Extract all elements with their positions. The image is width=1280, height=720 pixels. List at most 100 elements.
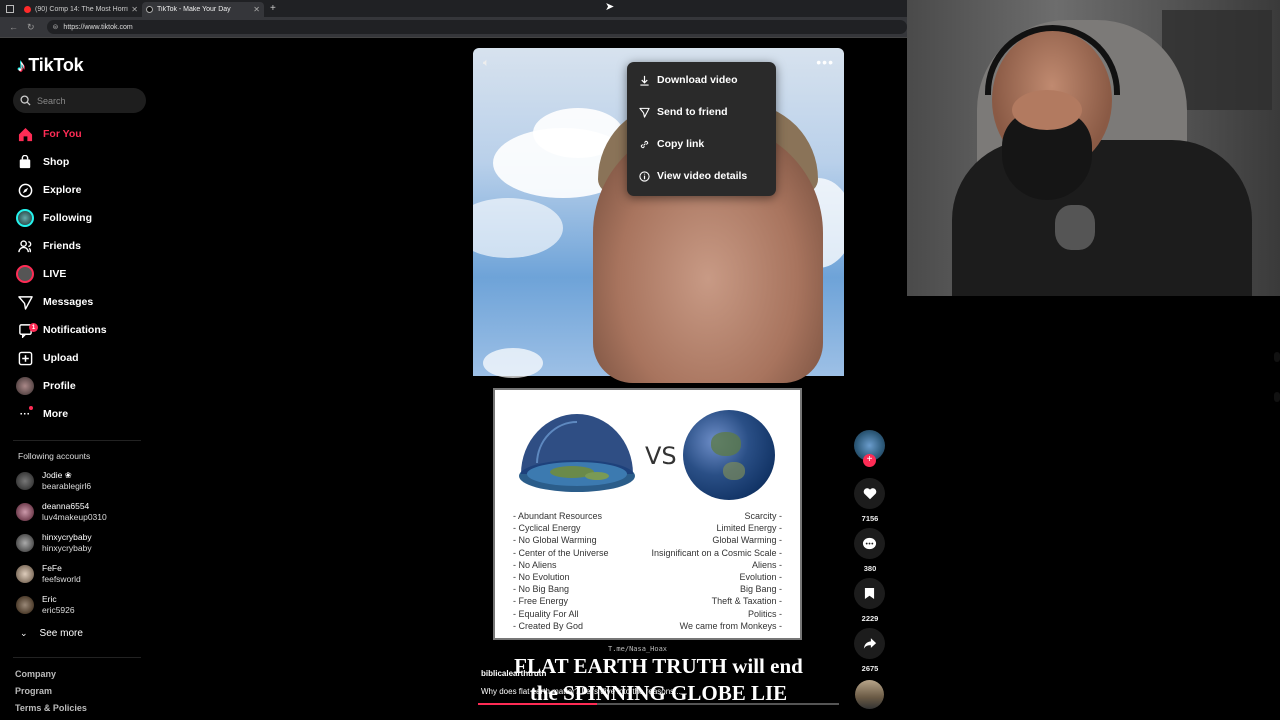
follow-plus-icon[interactable]: +	[863, 454, 876, 467]
reload-icon[interactable]: ↻	[27, 22, 35, 33]
search-icon	[20, 95, 31, 106]
video-progress-bar[interactable]	[478, 703, 839, 705]
browser-tab-bar: (90) Comp 14: The Most Horrible ✕ TikTok…	[0, 0, 907, 17]
flat-earth-list-item: - Abundant Resources	[513, 511, 603, 521]
compass-icon	[16, 181, 34, 199]
close-tab-icon[interactable]: ✕	[131, 5, 138, 14]
globe-list-item: Aliens -	[751, 559, 782, 570]
globe-list-item: Big Bang -	[739, 584, 782, 595]
menu-item-copy-link[interactable]: Copy link	[639, 134, 704, 154]
sidebar-item-profile[interactable]: Profile	[16, 372, 156, 400]
notifications-icon: 1	[16, 321, 38, 339]
tiktok-favicon-icon	[146, 6, 153, 13]
friends-icon	[16, 237, 34, 255]
sidebar-item-messages[interactable]: Messages	[16, 288, 156, 316]
site-info-icon[interactable]: ⊜	[53, 23, 59, 31]
sidebar-item-notifications[interactable]: 1 Notifications	[16, 316, 156, 344]
following-account-item[interactable]: FeFe feefsworld	[16, 559, 81, 589]
following-account-item[interactable]: Jodie ❀ bearablegirl6	[16, 466, 91, 496]
menu-item-label: Copy link	[657, 138, 705, 150]
menu-label: Friends	[43, 240, 81, 252]
menu-item-download-video[interactable]: Download video	[639, 70, 738, 90]
menu-item-send-to-friend[interactable]: Send to friend	[639, 102, 728, 122]
window-menu-icon[interactable]	[6, 4, 14, 13]
meme-image: VS - Abundant Resources - Cyclical Energy…	[493, 388, 802, 640]
volume-icon[interactable]: 🔈︎	[483, 57, 490, 70]
sidebar-item-friends[interactable]: Friends	[16, 232, 156, 260]
tiktok-logo[interactable]: ♪ TikTok	[17, 55, 84, 76]
video-author-username[interactable]: biblicalearthtruth	[481, 669, 546, 678]
more-options-icon[interactable]: •••	[816, 54, 834, 70]
save-button[interactable]	[854, 578, 885, 609]
share-icon	[863, 638, 876, 649]
globe-earth-image	[683, 410, 775, 500]
menu-label: Explore	[43, 184, 82, 196]
screen: (90) Comp 14: The Most Horrible ✕ TikTok…	[0, 0, 1280, 720]
see-more-button[interactable]: ⌄ See more	[20, 628, 83, 639]
following-account-item[interactable]: deanna6554 luv4makeup0310	[16, 497, 107, 527]
comment-button[interactable]	[854, 528, 885, 559]
send-icon	[639, 107, 650, 118]
browser-tab-tiktok[interactable]: TikTok - Make Your Day ✕	[142, 2, 264, 17]
avatar	[16, 565, 34, 583]
like-button[interactable]	[854, 478, 885, 509]
messages-icon	[16, 293, 34, 311]
footer-link-company[interactable]: Company	[15, 669, 56, 679]
home-icon	[16, 125, 34, 143]
webcam-overlay	[907, 0, 1280, 296]
app-name: TikTok	[28, 55, 84, 75]
music-disc-icon[interactable]	[855, 680, 884, 709]
footer-link-terms[interactable]: Terms & Policies	[15, 703, 87, 713]
notifications-badge: 1	[29, 323, 38, 332]
menu-label: Shop	[43, 156, 70, 168]
menu-item-view-video-details[interactable]: View video details	[639, 166, 747, 186]
following-account-item[interactable]: hinxycrybaby hinxycrybaby	[16, 528, 92, 558]
browser-tab-youtube[interactable]: (90) Comp 14: The Most Horrible ✕	[20, 2, 142, 17]
save-count: 2229	[861, 614, 879, 623]
flat-earth-dome-image	[519, 414, 635, 492]
cloud	[473, 198, 563, 258]
globe-list: Scarcity - Limited Energy - Global Warming…	[651, 510, 782, 632]
avatar	[16, 472, 34, 490]
new-tab-icon[interactable]: +	[270, 3, 276, 14]
avatar	[16, 503, 34, 521]
menu-label: Profile	[43, 380, 76, 392]
sidebar-item-shop[interactable]: Shop	[16, 148, 156, 176]
tab-title: TikTok - Make Your Day	[157, 6, 231, 13]
account-name: Eric	[42, 594, 57, 604]
sidebar-item-following[interactable]: Following	[16, 204, 156, 232]
back-icon[interactable]: ←	[9, 22, 18, 32]
globe-list-item: Insignificant on a Cosmic Scale -	[651, 547, 782, 558]
menu-label: Upload	[43, 352, 79, 364]
sidebar-item-for-you[interactable]: For You	[16, 120, 156, 148]
account-handle: bearablegirl6	[42, 481, 92, 491]
sidebar-item-upload[interactable]: Upload	[16, 344, 156, 372]
divider	[13, 440, 141, 441]
edge-handle	[1274, 392, 1280, 402]
sidebar-item-live[interactable]: LIVE	[16, 260, 156, 288]
footer-link-program[interactable]: Program	[15, 686, 52, 696]
comment-icon	[862, 537, 877, 549]
tiktok-note-icon: ♪	[17, 55, 26, 75]
avatar	[16, 596, 34, 614]
flat-earth-list-item: - Free Energy	[513, 596, 569, 607]
search-input[interactable]: Search	[13, 88, 146, 113]
following-account-item[interactable]: Eric eric5926	[16, 590, 75, 620]
menu-label: Following	[43, 212, 92, 224]
globe-list-item: Theft & Taxation -	[711, 596, 782, 607]
menu-label: LIVE	[43, 268, 67, 280]
sidebar-item-more[interactable]: ··· More	[16, 400, 156, 428]
see-more-label: See more	[39, 628, 83, 639]
url-field[interactable]: ⊜ https://www.tiktok.com	[46, 20, 907, 34]
avatar	[16, 534, 34, 552]
menu-item-label: View video details	[657, 170, 748, 182]
share-count: 2675	[861, 664, 879, 673]
divider	[13, 657, 141, 658]
video-description[interactable]: Why does flat earth matter? Let's dive i…	[481, 687, 681, 696]
sidebar-item-explore[interactable]: Explore	[16, 176, 156, 204]
flat-earth-list-item: - Cyclical Energy	[513, 523, 581, 534]
share-button[interactable]	[854, 628, 885, 659]
close-tab-icon[interactable]: ✕	[253, 5, 260, 14]
globe-list-item: Global Warming -	[712, 535, 782, 546]
flat-earth-list-item: - Equality For All	[513, 608, 579, 619]
